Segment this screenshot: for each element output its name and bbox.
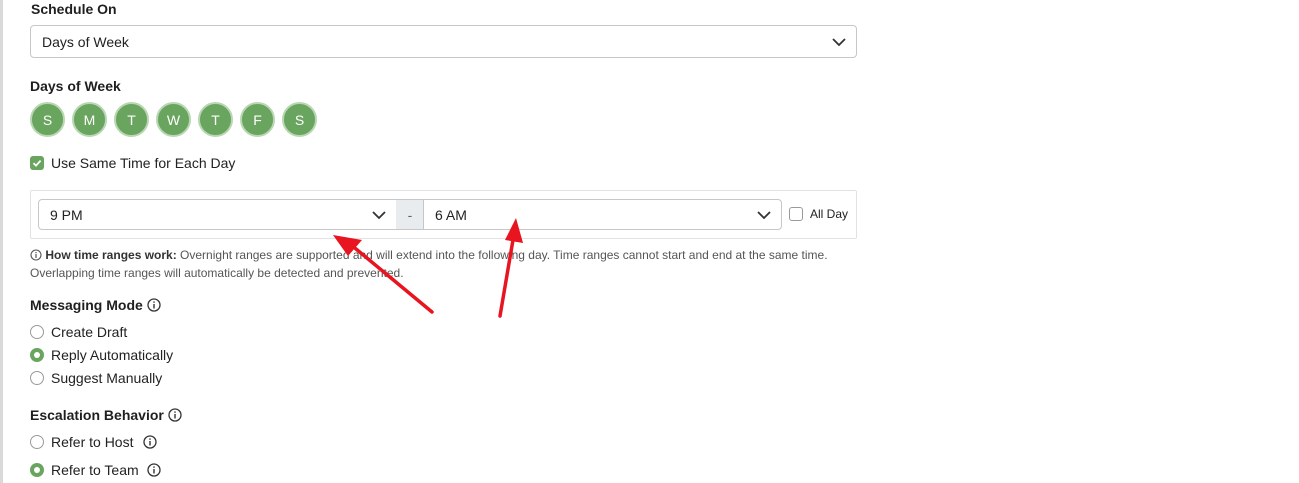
radio-reply-automatically[interactable] [30,348,44,362]
help-note-title: How time ranges work: [45,248,177,262]
end-time-select[interactable]: 6 AM [423,199,782,230]
time-range-separator: - [396,199,424,230]
schedule-on-select[interactable]: Days of Week [30,25,857,58]
radio-refer-to-team-label: Refer to Team [51,462,139,478]
help-note-line2: Overlapping time ranges will automatical… [30,266,404,280]
info-icon[interactable] [147,298,161,312]
radio-suggest-manually-label: Suggest Manually [51,370,163,386]
radio-refer-to-host-label: Refer to Host [51,434,134,450]
chevron-down-icon [832,37,846,46]
messaging-mode-label: Messaging Mode [30,297,143,313]
day-toggle-monday[interactable]: M [72,102,107,137]
time-range-help-note: How time ranges work: Overnight ranges a… [30,246,860,282]
day-toggle-group: S M T W T F S [30,102,317,137]
info-icon[interactable] [147,463,161,477]
all-day-label: All Day [810,207,849,221]
info-icon[interactable] [143,435,157,449]
day-toggle-friday[interactable]: F [240,102,275,137]
schedule-on-value: Days of Week [42,33,129,50]
end-time-value: 6 AM [435,206,467,223]
annotation-arrows [333,218,523,318]
day-toggle-sunday[interactable]: S [30,102,65,137]
day-toggle-wednesday[interactable]: W [156,102,191,137]
same-time-checkbox[interactable] [30,156,44,170]
schedule-on-label: Schedule On [31,1,117,17]
radio-create-draft-label: Create Draft [51,324,128,340]
help-note-line1: Overnight ranges are supported and will … [176,248,828,262]
left-border [0,0,3,483]
checkmark-icon [32,159,42,167]
chevron-down-icon [372,210,386,219]
radio-refer-to-team[interactable] [30,463,44,477]
info-icon[interactable] [168,408,182,422]
start-time-select[interactable]: 9 PM [38,199,397,230]
day-toggle-saturday[interactable]: S [282,102,317,137]
start-time-value: 9 PM [50,206,83,223]
radio-refer-to-host[interactable] [30,435,44,449]
radio-reply-automatically-label: Reply Automatically [51,347,174,363]
same-time-label: Use Same Time for Each Day [51,155,236,171]
escalation-behavior-label: Escalation Behavior [30,407,164,423]
radio-create-draft[interactable] [30,325,44,339]
day-toggle-tuesday[interactable]: T [114,102,149,137]
day-toggle-thursday[interactable]: T [198,102,233,137]
days-of-week-label: Days of Week [30,78,121,94]
all-day-checkbox[interactable] [789,207,803,221]
radio-suggest-manually[interactable] [30,371,44,385]
info-icon [30,249,42,261]
chevron-down-icon [757,210,771,219]
